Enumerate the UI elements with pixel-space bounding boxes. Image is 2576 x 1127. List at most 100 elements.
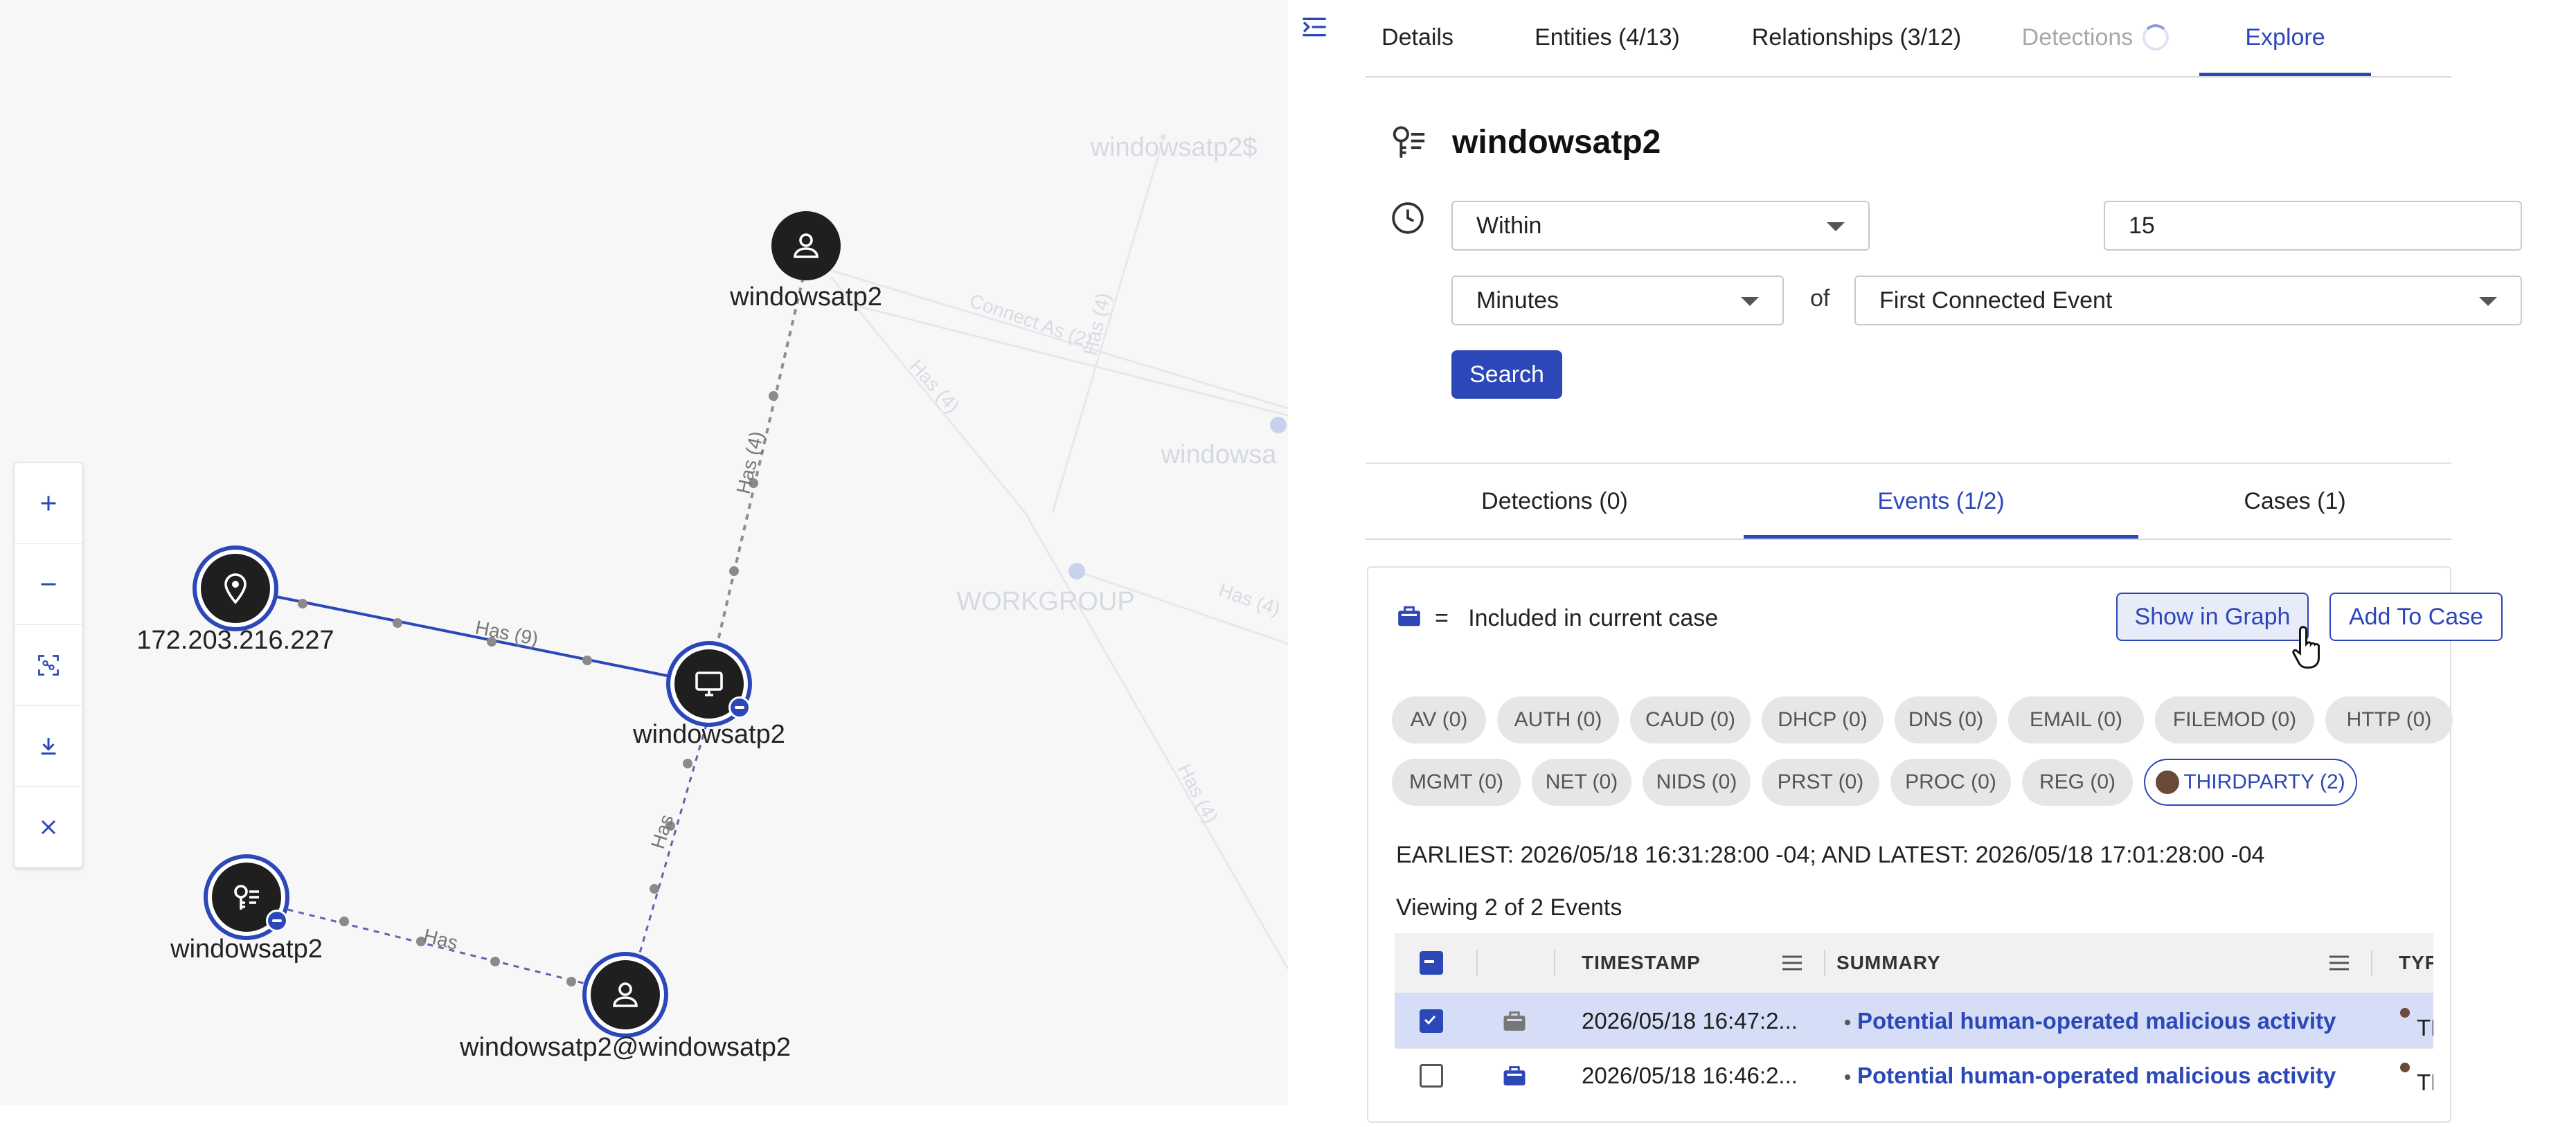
column-menu-icon[interactable] bbox=[1782, 955, 1802, 971]
briefcase-icon bbox=[1503, 1011, 1526, 1031]
subtab-events[interactable]: Events (1/2) bbox=[1744, 465, 2138, 539]
tab-detections-label: Detections bbox=[2021, 24, 2134, 51]
chevron-down-icon bbox=[1741, 297, 1759, 306]
tab-details[interactable]: Details bbox=[1374, 0, 1461, 75]
show-in-graph-button[interactable]: Show in Graph bbox=[2116, 593, 2309, 641]
column-separator bbox=[1824, 950, 1825, 976]
tab-entities[interactable]: Entities (4/13) bbox=[1493, 0, 1721, 75]
search-button[interactable]: Search bbox=[1451, 350, 1562, 399]
reference-select[interactable]: First Connected Event bbox=[1854, 276, 2522, 325]
row-summary[interactable]: Potential human-operated malicious activ… bbox=[1845, 1063, 2336, 1089]
table-header: TIMESTAMP SUMMARY TYPE bbox=[1395, 933, 2433, 994]
select-all-checkbox[interactable] bbox=[1420, 951, 1443, 975]
thirdparty-dot-icon bbox=[2156, 770, 2180, 794]
filter-chip[interactable]: PRST (0) bbox=[1762, 759, 1879, 806]
filter-chip[interactable]: HTTP (0) bbox=[2325, 696, 2453, 743]
graph-node-key[interactable] bbox=[212, 863, 288, 932]
user-icon bbox=[613, 982, 638, 1007]
node-label: windowsatp2 bbox=[633, 720, 785, 749]
tab-relationships[interactable]: Relationships (3/12) bbox=[1721, 0, 1992, 75]
bg-node-label: windowsatp2$ bbox=[1090, 133, 1258, 162]
filter-chip-thirdparty[interactable]: THIRDPARTY (2) bbox=[2144, 759, 2357, 806]
graph-node-host[interactable] bbox=[674, 649, 751, 719]
viewing-count: Viewing 2 of 2 Events bbox=[1396, 894, 1622, 921]
tab-detections: Detections bbox=[1992, 0, 2199, 75]
node-label: windowsatp2@windowsatp2 bbox=[460, 1033, 791, 1062]
bullet-icon bbox=[1845, 1020, 1850, 1026]
entity-title: windowsatp2 bbox=[1452, 124, 1661, 161]
column-header-type[interactable]: TYPE bbox=[2399, 933, 2433, 993]
edge-label-key-userbottom: Has bbox=[422, 925, 460, 954]
collapse-badge[interactable] bbox=[728, 696, 751, 719]
collapse-badge[interactable] bbox=[266, 910, 288, 932]
filter-chip[interactable]: PROC (0) bbox=[1890, 759, 2011, 806]
filter-chip[interactable]: AUTH (0) bbox=[1497, 696, 1619, 743]
filter-chip[interactable]: NIDS (0) bbox=[1643, 759, 1751, 806]
edge-host-userbottom bbox=[636, 712, 711, 963]
of-label: of bbox=[1810, 285, 1830, 312]
filter-chip[interactable]: EMAIL (0) bbox=[2008, 696, 2144, 743]
download-icon bbox=[41, 738, 56, 755]
unit-select[interactable]: Minutes bbox=[1451, 276, 1784, 325]
legend-text: = Included in current case bbox=[1435, 605, 1718, 632]
column-header-timestamp[interactable]: TIMESTAMP bbox=[1582, 933, 1701, 993]
download-button[interactable] bbox=[15, 706, 82, 787]
filter-chip[interactable]: NET (0) bbox=[1532, 759, 1631, 806]
row-timestamp: 2026/05/18 16:46:2... bbox=[1582, 1063, 1798, 1088]
close-graph-button[interactable] bbox=[15, 787, 82, 867]
summary-link[interactable]: Potential human-operated malicious activ… bbox=[1857, 1008, 2336, 1034]
location-pin-icon bbox=[224, 573, 247, 604]
bullet-icon bbox=[1845, 1074, 1850, 1081]
hand-cursor-icon bbox=[2292, 626, 2320, 669]
amount-input[interactable]: 15 bbox=[2104, 201, 2522, 251]
table-row[interactable]: 2026/05/18 16:46:2... Potential human-op… bbox=[1395, 1048, 2433, 1103]
fit-view-button[interactable] bbox=[15, 625, 82, 706]
collapse-panel-icon[interactable] bbox=[1300, 15, 1328, 39]
filter-chip[interactable]: CAUD (0) bbox=[1630, 696, 1751, 743]
graph-node-user[interactable] bbox=[771, 211, 841, 280]
briefcase-icon bbox=[1503, 1066, 1526, 1085]
chevron-down-icon bbox=[1827, 222, 1845, 231]
summary-link[interactable]: Potential human-operated malicious activ… bbox=[1857, 1063, 2336, 1088]
filter-chip[interactable]: FILEMOD (0) bbox=[2155, 696, 2314, 743]
bg-edge-label: Has (4) bbox=[906, 355, 964, 417]
graph-canvas[interactable]: Has (9) Has (4) Has Has Connect As (2) H… bbox=[0, 0, 1288, 1106]
filter-chip[interactable]: AV (0) bbox=[1392, 696, 1486, 743]
subtab-cases[interactable]: Cases (1) bbox=[2138, 465, 2451, 537]
column-separator bbox=[1554, 950, 1555, 976]
edge-label-user-host: Has (4) bbox=[733, 429, 768, 496]
zoom-out-icon bbox=[41, 583, 56, 586]
graph-node-ip[interactable] bbox=[201, 554, 270, 623]
filter-chip[interactable]: MGMT (0) bbox=[1392, 759, 1521, 806]
graph-node-user-account[interactable] bbox=[591, 960, 660, 1029]
zoom-in-icon bbox=[41, 496, 56, 511]
row-checkbox[interactable] bbox=[1420, 1009, 1443, 1033]
briefcase-icon bbox=[1398, 606, 1420, 626]
add-to-case-button[interactable]: Add To Case bbox=[2329, 593, 2503, 641]
bg-node-label: WORKGROUP bbox=[956, 587, 1135, 616]
loading-spinner-icon bbox=[2143, 24, 2170, 51]
reference-value: First Connected Event bbox=[1879, 287, 2113, 314]
filter-chip[interactable]: DHCP (0) bbox=[1762, 696, 1884, 743]
bg-node-label: windowsa bbox=[1161, 440, 1277, 469]
filter-chip[interactable]: DNS (0) bbox=[1895, 696, 1997, 743]
check-icon bbox=[1424, 1015, 1436, 1025]
key-list-icon bbox=[1393, 126, 1425, 158]
zoom-out-button[interactable] bbox=[15, 544, 82, 625]
fit-view-icon bbox=[38, 655, 59, 676]
node-label: windowsatp2 bbox=[170, 935, 323, 964]
zoom-in-button[interactable] bbox=[15, 463, 82, 544]
row-checkbox[interactable] bbox=[1420, 1064, 1443, 1088]
column-menu-icon[interactable] bbox=[2329, 955, 2349, 971]
edge-label-host-userbottom: Has bbox=[647, 812, 677, 851]
node-label: windowsatp2 bbox=[730, 282, 882, 312]
column-header-summary[interactable]: SUMMARY bbox=[1836, 933, 1941, 993]
tab-explore[interactable]: Explore bbox=[2199, 0, 2371, 76]
condition-select[interactable]: Within bbox=[1451, 201, 1870, 251]
subtab-detections[interactable]: Detections (0) bbox=[1366, 465, 1744, 537]
time-range-text: EARLIEST: 2026/05/18 16:31:28:00 -04; AN… bbox=[1396, 842, 2265, 868]
column-separator bbox=[2371, 950, 2372, 976]
table-row[interactable]: 2026/05/18 16:47:2... Potential human-op… bbox=[1395, 994, 2433, 1048]
filter-chip[interactable]: REG (0) bbox=[2022, 759, 2133, 806]
row-summary[interactable]: Potential human-operated malicious activ… bbox=[1845, 1008, 2336, 1034]
